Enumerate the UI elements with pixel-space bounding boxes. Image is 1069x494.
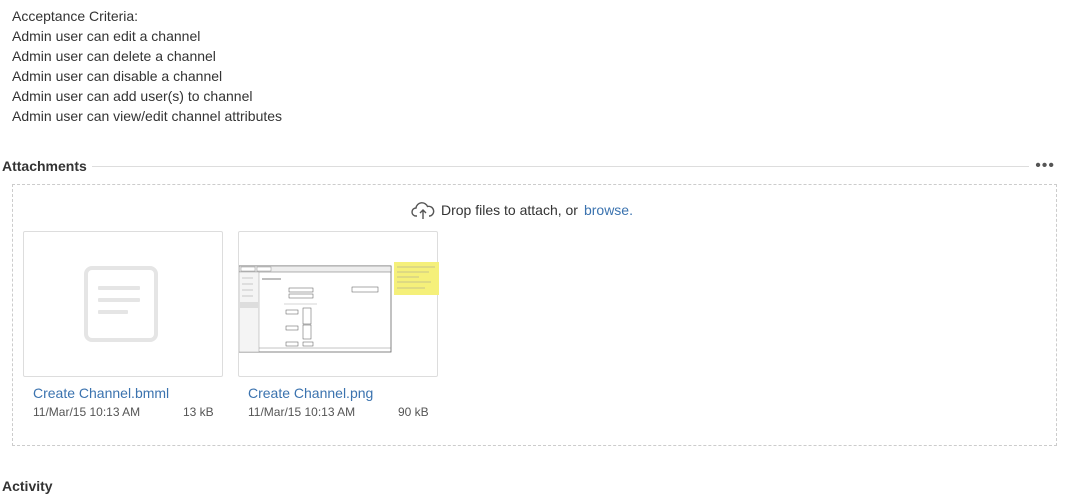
attachment-size: 90 kB	[398, 405, 429, 419]
drop-text: Drop files to attach, or	[441, 202, 578, 218]
criteria-item: Admin user can disable a channel	[12, 68, 223, 84]
document-icon	[84, 266, 158, 342]
attachment-name[interactable]: Create Channel.bmml	[33, 385, 169, 401]
section-divider	[92, 166, 1029, 167]
attachments-title: Attachments	[2, 158, 87, 174]
attachment-card[interactable]	[238, 231, 439, 377]
activity-title: Activity	[2, 478, 53, 494]
attachment-date: 11/Mar/15 10:13 AM	[33, 405, 141, 419]
criteria-item: Admin user can view/edit channel attribu…	[12, 108, 283, 124]
browse-link[interactable]: browse.	[584, 202, 633, 218]
criteria-item: Admin user can edit a channel	[12, 28, 201, 44]
attachment-name[interactable]: Create Channel.png	[248, 385, 373, 401]
attachments-header: Attachments •••	[2, 157, 1059, 177]
drop-message: Drop files to attach, or browse.	[411, 200, 633, 220]
image-thumbnail	[239, 262, 439, 353]
criteria-item: Admin user can add user(s) to channel	[12, 88, 253, 104]
criteria-item: Admin user can delete a channel	[12, 48, 216, 64]
cloud-upload-icon	[411, 202, 435, 219]
ellipsis-icon[interactable]: •••	[1035, 158, 1055, 174]
attachment-date: 11/Mar/15 10:13 AM	[248, 405, 356, 419]
criteria-heading: Acceptance Criteria:	[12, 8, 139, 24]
attachment-card[interactable]	[23, 231, 223, 377]
acceptance-criteria: Acceptance Criteria: Admin user can edit…	[12, 6, 282, 126]
attachment-dropzone[interactable]: Drop files to attach, or browse. Create …	[12, 184, 1057, 446]
attachment-size: 13 kB	[183, 405, 214, 419]
